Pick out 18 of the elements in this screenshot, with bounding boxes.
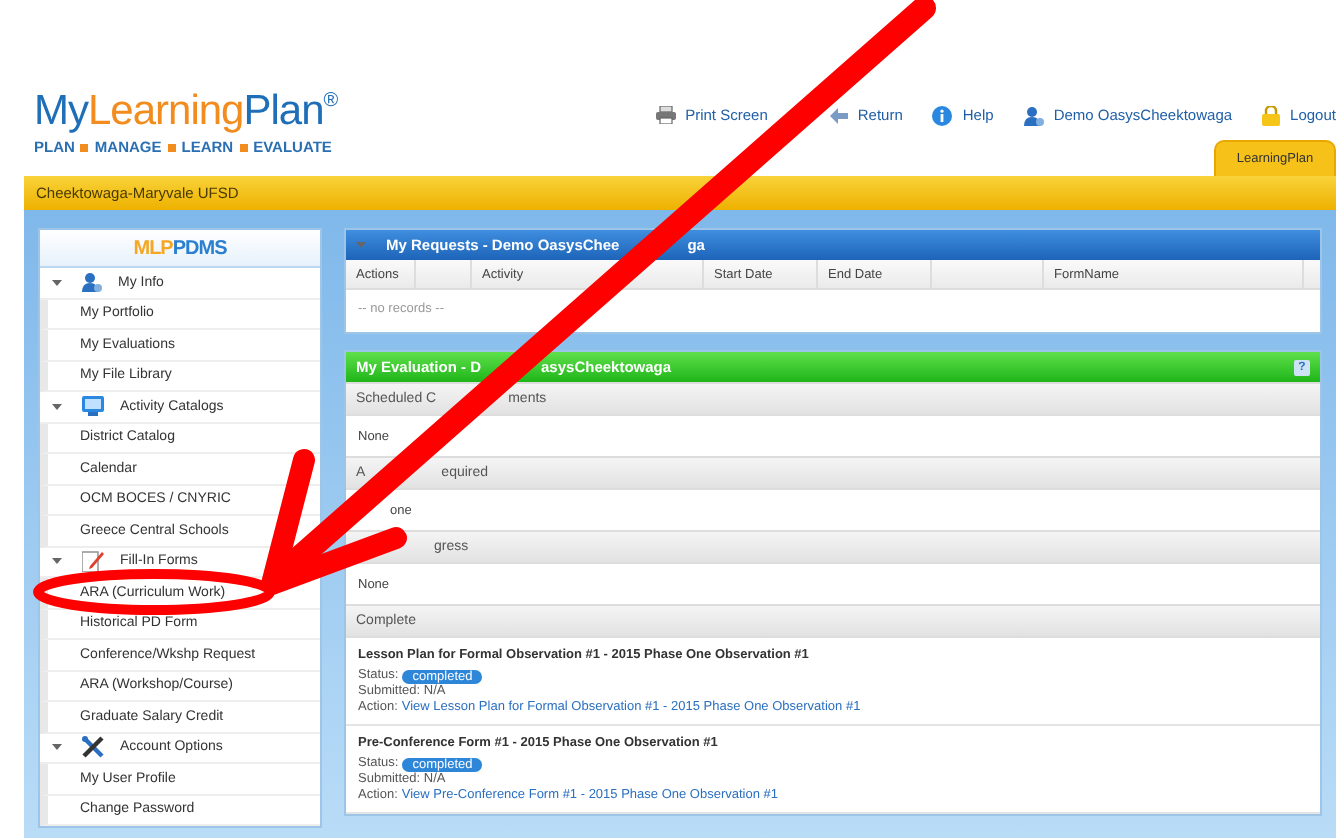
separator-icon [167,143,176,151]
user-icon [1023,105,1044,125]
monitor-icon [82,396,104,417]
caret-icon[interactable] [52,742,62,753]
caret-icon[interactable] [52,556,62,567]
back-arrow-icon [829,107,848,123]
separator-icon [80,143,89,151]
user-icon [82,272,102,293]
info-icon [932,105,953,125]
printer-icon [655,106,676,124]
pencil-form-icon [82,550,104,573]
tools-icon [82,736,104,759]
separator-icon [239,143,248,151]
caret-icon[interactable] [52,277,62,288]
lock-icon [1262,105,1281,125]
caret-icon[interactable] [52,401,62,412]
logo: MyLearningPlan® [34,90,340,134]
sidebar-brand: MLPPDMS [40,230,320,268]
